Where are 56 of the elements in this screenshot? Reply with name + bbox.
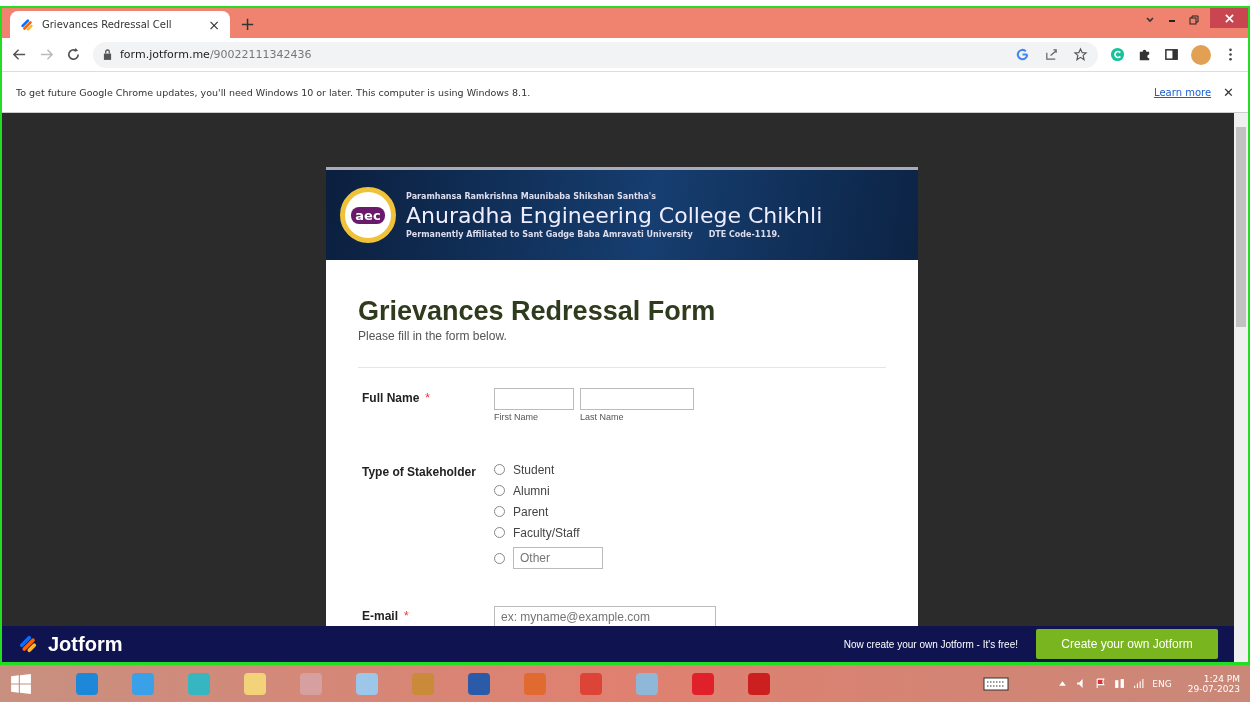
browser-tab[interactable]: Grievances Redressal Cell × bbox=[10, 11, 230, 38]
back-arrow-icon[interactable] bbox=[12, 47, 27, 62]
field-label: E-mail bbox=[362, 609, 398, 623]
affiliation-text: Permanently Affiliated to Sant Gadge Baba Amravati University bbox=[406, 229, 693, 239]
pencil-logo-icon bbox=[20, 17, 34, 32]
close-icon bbox=[1224, 13, 1234, 23]
scrollbar[interactable] bbox=[1234, 113, 1248, 662]
url-text: form.jotform.me/90022111342436 bbox=[120, 48, 312, 61]
dte-code: DTE Code-1119. bbox=[708, 229, 781, 239]
pencil-logo-icon bbox=[18, 634, 38, 654]
college-logo: aec bbox=[340, 187, 396, 243]
caret-up-icon[interactable] bbox=[1057, 678, 1069, 689]
field-label: Full Name bbox=[362, 391, 420, 405]
form-subtitle: Please fill in the form below. bbox=[358, 329, 508, 343]
keyboard-icon[interactable] bbox=[983, 676, 1010, 691]
option-label[interactable]: Alumni bbox=[513, 483, 550, 498]
reload-icon[interactable] bbox=[66, 47, 81, 62]
forward-arrow-icon[interactable] bbox=[39, 47, 54, 62]
form-title: Grievances Redressal Form bbox=[358, 296, 717, 327]
lock-icon bbox=[103, 49, 112, 60]
option-label[interactable]: Parent bbox=[513, 504, 549, 519]
google-g-icon[interactable] bbox=[1015, 47, 1030, 62]
window-close-button[interactable] bbox=[1210, 8, 1248, 28]
other-input[interactable]: Other bbox=[513, 547, 603, 569]
profile-avatar[interactable] bbox=[1191, 44, 1211, 65]
restore-icon[interactable] bbox=[1188, 14, 1200, 26]
learn-more-link[interactable]: Learn more bbox=[1154, 86, 1212, 98]
field-label: Type of Stakeholder bbox=[361, 464, 477, 479]
required-mark: * bbox=[404, 609, 409, 623]
windows-start-icon[interactable] bbox=[10, 672, 32, 695]
name-input[interactable] bbox=[494, 388, 574, 410]
flag-icon[interactable] bbox=[1095, 678, 1107, 689]
jotform-brand: Jotform bbox=[48, 632, 123, 656]
option-label[interactable]: Faculty/Staff bbox=[513, 525, 580, 540]
star-icon[interactable] bbox=[1073, 47, 1088, 62]
new-tab-button[interactable]: + bbox=[240, 13, 256, 34]
sublabel: Last Name bbox=[580, 412, 625, 422]
tab-close-button[interactable]: × bbox=[208, 16, 220, 33]
address-bar[interactable]: form.jotform.me/90022111342436 bbox=[93, 41, 1098, 68]
promo-text: Now create your own Jotform - It's free! bbox=[843, 638, 1018, 650]
tab-title: Grievances Redressal Cell bbox=[42, 19, 173, 30]
puzzle-icon[interactable] bbox=[1137, 47, 1152, 62]
signal-icon[interactable] bbox=[1133, 678, 1145, 689]
required-mark: * bbox=[425, 391, 431, 405]
sidebar-icon[interactable] bbox=[1164, 47, 1179, 62]
grammarly-icon[interactable] bbox=[1110, 47, 1125, 62]
share-icon[interactable] bbox=[1044, 47, 1059, 62]
college-name: Anuradha Engineering College Chikhli bbox=[406, 202, 823, 228]
email-input[interactable]: ex: myname@example.com bbox=[494, 606, 716, 628]
option-label[interactable]: Student bbox=[513, 462, 555, 477]
update-message: To get future Google Chrome updates, you'll need Windows 10 or later. This computer is using Windows 8.1. bbox=[16, 86, 532, 98]
name-input[interactable] bbox=[580, 388, 694, 410]
close-button[interactable]: ✕ bbox=[1223, 84, 1234, 100]
network-icon[interactable] bbox=[1114, 678, 1126, 689]
society-name: Paramhansa Ramkrishna Maunibaba Shikshan Santha's bbox=[406, 191, 658, 201]
sublabel: First Name bbox=[494, 412, 539, 422]
